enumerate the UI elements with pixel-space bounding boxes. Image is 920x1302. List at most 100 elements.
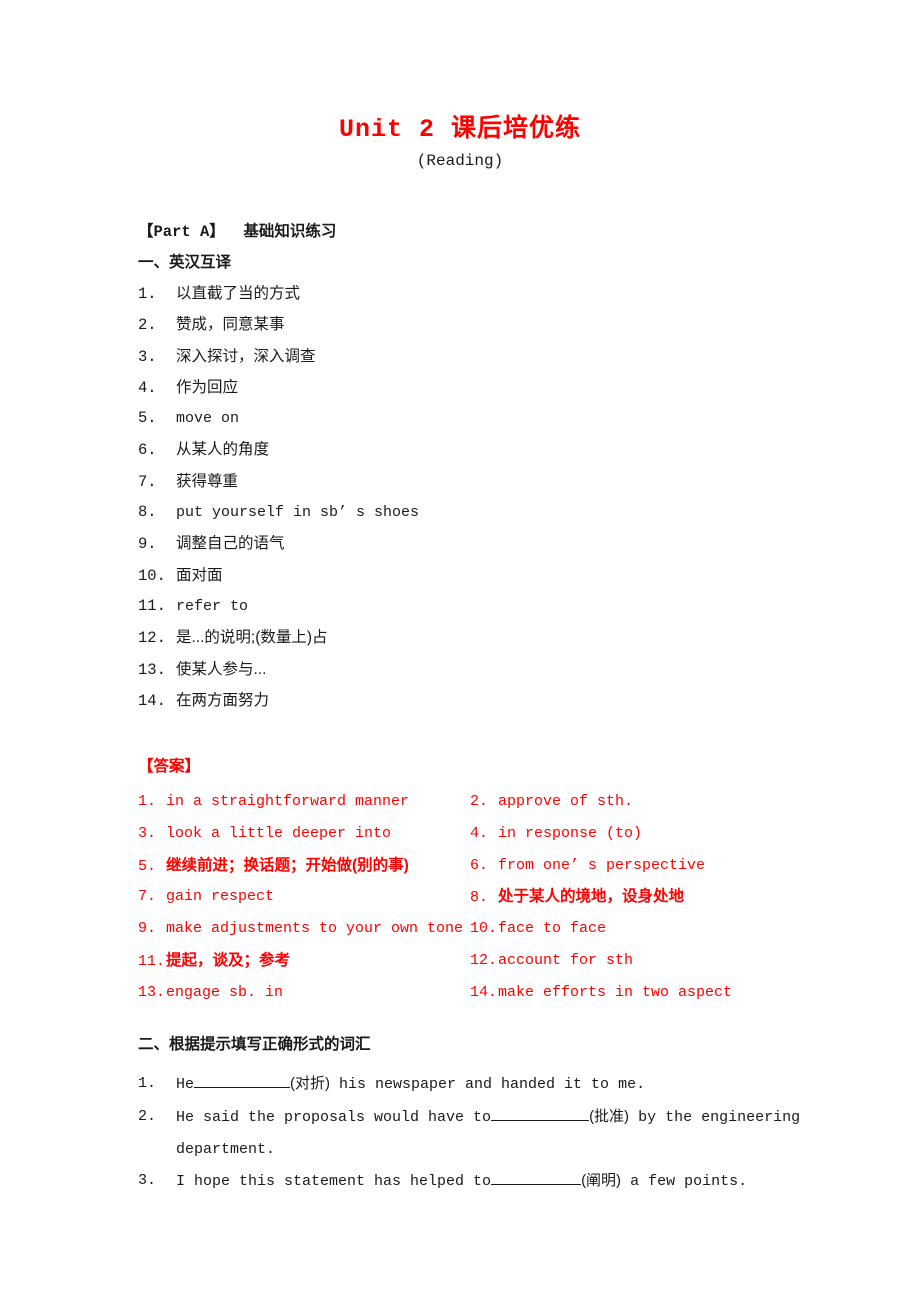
vocab-item-number: 3. xyxy=(138,347,157,366)
answer-cell: 7. gain respect xyxy=(138,881,274,913)
vocab-item-text: 在两方面努力 xyxy=(176,691,270,709)
answer-row: 5. 继续前进；换话题；开始做(别的事) 6. from one’ s perspec… xyxy=(138,850,858,882)
vocab-item-text: 从某人的角度 xyxy=(176,441,270,459)
answer-text: in a straightforward manner xyxy=(166,793,410,810)
vocab-item-text: 以直截了当的方式 xyxy=(176,285,301,302)
answer-cell: 9. make adjustments to your own tone xyxy=(138,913,463,945)
question-text-after: a few points. xyxy=(621,1173,748,1191)
vocab-item-text: 获得尊重 xyxy=(176,472,239,490)
vocab-item-text: 作为回应 xyxy=(176,378,239,396)
answer-cell: 8. 处于某人的境地，设身处地 xyxy=(470,881,684,914)
vocab-item: 12. 是...的说明;(数量上)占 xyxy=(138,622,838,653)
vocab-item-text: 调整自己的语气 xyxy=(176,535,285,553)
vocab-item: 8. put yourself in sb’ s shoes xyxy=(138,497,838,528)
question-text-before: He xyxy=(176,1076,195,1093)
question-body: He said the proposals would have to (批准) … xyxy=(176,1107,801,1126)
question-body: I hope this statement has helped to (阐明) … xyxy=(176,1172,748,1191)
vocab-item-text: put yourself in sb’ s shoes xyxy=(176,504,420,522)
vocab-item-text: refer to xyxy=(176,597,249,615)
vocab-item-number: 1. xyxy=(138,285,157,303)
answer-cell: 14.make efforts in two aspect xyxy=(470,977,732,1009)
answer-number: 3. xyxy=(138,824,157,842)
vocab-item-number: 7. xyxy=(138,472,157,491)
vocab-item: 1. 以直截了当的方式 xyxy=(138,278,838,309)
answer-blank[interactable] xyxy=(491,1105,590,1121)
question-text-before: He said the proposals would have to xyxy=(176,1108,492,1126)
answer-number: 9. xyxy=(138,920,157,938)
answer-cell: 1. in a straightforward manner xyxy=(138,786,409,818)
answer-number: 4. xyxy=(470,824,489,842)
answer-text: engage sb. in xyxy=(166,983,284,1001)
answer-text: make adjustments to your own tone xyxy=(166,920,464,938)
page-subtitle: (Reading) xyxy=(416,152,504,170)
answer-text: gain respect xyxy=(166,888,275,906)
answer-number: 14. xyxy=(470,983,498,1001)
answer-text: account for sth xyxy=(498,951,634,969)
answer-row: 7. gain respect 8. 处于某人的境地，设身处地 xyxy=(138,881,858,913)
vocab-item: 14. 在两方面努力 xyxy=(138,685,838,716)
vocab-item-text: move on xyxy=(176,410,240,428)
answer-number: 5. xyxy=(138,857,157,875)
vocab-item-text: 是...的说明;(数量上)占 xyxy=(176,629,328,647)
vocab-item: 10. 面对面 xyxy=(138,560,838,591)
answers-heading: 【答案】 xyxy=(138,758,201,775)
section-one-heading: 一、英汉互译 xyxy=(138,254,232,271)
vocab-item-number: 2. xyxy=(138,316,157,335)
answer-text: make efforts in two aspect xyxy=(498,983,733,1001)
vocab-item-number: 12. xyxy=(138,629,166,648)
vocab-item-number: 6. xyxy=(138,441,157,460)
vocab-item-text: 使某人参与... xyxy=(176,660,267,678)
answer-number: 11. xyxy=(138,952,166,970)
fill-in-blank-item: 2. He said the proposals would have to (批准… xyxy=(138,1101,838,1166)
question-body: He (对折) his newspaper and handed it to me… xyxy=(176,1075,645,1093)
vocab-item-number: 14. xyxy=(138,691,166,710)
section-two-heading: 二、根据提示填写正确形式的词汇 xyxy=(138,1036,371,1053)
vocab-item: 5. move on xyxy=(138,403,838,434)
answers-grid: 1. in a straightforward manner 2. approve o… xyxy=(138,786,858,1009)
question-number: 1. xyxy=(138,1075,157,1092)
answer-blank[interactable] xyxy=(194,1072,291,1088)
vocab-item: 7. 获得尊重 xyxy=(138,466,838,497)
answer-blank[interactable] xyxy=(491,1169,582,1186)
answer-text: look a little deeper into xyxy=(166,824,392,842)
question-hint: (批准) xyxy=(589,1107,630,1125)
answer-number: 10. xyxy=(470,920,498,938)
answer-number: 1. xyxy=(138,793,157,810)
question-number: 3. xyxy=(138,1172,157,1190)
answer-cell: 12.account for sth xyxy=(470,945,633,977)
vocab-item: 3. 深入探讨，深入调查 xyxy=(138,341,838,372)
answer-text: 继续前进；换话题；开始做(别的事) xyxy=(166,856,409,874)
vocab-item: 4. 作为回应 xyxy=(138,372,838,403)
question-number: 2. xyxy=(138,1107,157,1125)
answer-text: in response (to) xyxy=(498,824,643,842)
fill-in-blank-item: 3. I hope this statement has helped to (阐明… xyxy=(138,1165,838,1198)
answer-text: from one’ s perspective xyxy=(498,856,706,874)
vocabulary-list: 1. 以直截了当的方式 2. 赞成，同意某事 3. 深入探讨，深入调查 4. 作为回应 5. mo… xyxy=(138,278,838,716)
vocab-item-number: 9. xyxy=(138,535,157,554)
answer-text: face to face xyxy=(498,920,607,938)
page-title: Unit 2 课后培优练 xyxy=(338,115,582,144)
question-hint: (对折) xyxy=(290,1075,331,1092)
answer-number: 2. xyxy=(470,793,489,810)
vocab-item-text: 深入探讨，深入调查 xyxy=(176,347,316,365)
answer-row: 11.提起，谈及；参考 12.account for sth xyxy=(138,945,858,977)
answer-cell: 6. from one’ s perspective xyxy=(470,850,705,882)
vocab-item-number: 8. xyxy=(138,503,157,522)
answer-cell: 2. approve of sth. xyxy=(470,786,633,818)
answer-text: approve of sth. xyxy=(498,793,634,810)
fill-in-blank-item: 1. He (对折) his newspaper and handed it to … xyxy=(138,1068,838,1101)
question-text-after: by the engineering xyxy=(629,1108,801,1126)
answer-number: 12. xyxy=(470,951,498,969)
vocab-item: 2. 赞成，同意某事 xyxy=(138,309,838,340)
answer-text: 处于某人的境地，设身处地 xyxy=(498,888,685,906)
answer-number: 8. xyxy=(470,889,489,907)
answer-row: 9. make adjustments to your own tone 10.fa… xyxy=(138,913,858,945)
answer-cell: 10.face to face xyxy=(470,913,606,945)
answer-row: 1. in a straightforward manner 2. approve o… xyxy=(138,786,858,818)
question-text-before: I hope this statement has helped to xyxy=(176,1173,492,1191)
answer-cell: 4. in response (to) xyxy=(470,818,642,850)
answer-cell: 3. look a little deeper into xyxy=(138,818,391,850)
answer-number: 13. xyxy=(138,983,166,1001)
answer-number: 7. xyxy=(138,888,157,906)
vocab-item-number: 4. xyxy=(138,378,157,397)
